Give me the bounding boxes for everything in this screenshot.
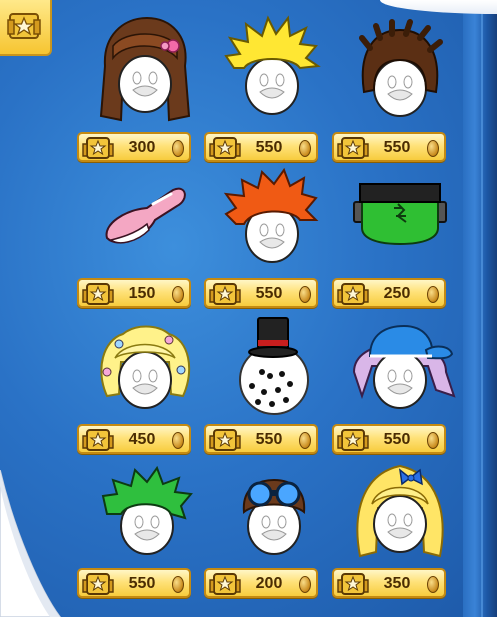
aviator-goggles-cap-icon <box>242 478 306 555</box>
price-label: 200 <box>255 575 283 592</box>
green-spiky-hair-icon <box>101 465 193 555</box>
coin-icon <box>299 576 311 593</box>
yellow-spiky-hair-icon <box>224 15 321 115</box>
long-blonde-hair-with-blue-bow-icon <box>356 464 444 558</box>
member-star-icon <box>337 573 369 595</box>
catalog-item-10[interactable]: 550 <box>75 444 215 598</box>
page-edge-line <box>481 0 483 617</box>
member-bookmark-badge[interactable] <box>0 0 52 56</box>
snowman-head-with-top-hat-icon <box>239 317 309 415</box>
star-icon <box>7 13 41 39</box>
brown-long-hair-with-pink-bow-icon <box>99 16 191 122</box>
blue-cap-with-lilac-hair-icon <box>352 324 456 409</box>
price-label: 550 <box>128 575 156 592</box>
blonde-curls-with-flowers-icon <box>100 325 191 409</box>
catalog-item-1[interactable]: 300 <box>75 8 215 162</box>
price-tag[interactable]: 200 <box>204 568 318 598</box>
pink-bunny-ears-icon <box>105 187 186 244</box>
brown-dreadlocks-icon <box>359 19 443 117</box>
catalog-item-9[interactable]: 550 <box>330 300 470 454</box>
catalog-page: 300 550 550 150 550 250 450 550 550 550 … <box>0 0 497 617</box>
frankenstein-head-icon <box>353 183 447 246</box>
coin-icon <box>172 576 184 593</box>
catalog-item-7[interactable]: 450 <box>75 300 215 454</box>
catalog-item-4[interactable]: 150 <box>75 154 215 308</box>
orange-spiky-hair-icon <box>223 167 319 263</box>
catalog-item-8[interactable]: 550 <box>202 300 342 454</box>
catalog-item-11[interactable]: 200 <box>202 444 342 598</box>
coin-icon <box>427 576 439 593</box>
catalog-item-2[interactable]: 550 <box>202 8 342 162</box>
price-tag[interactable]: 550 <box>77 568 191 598</box>
catalog-item-3[interactable]: 550 <box>330 8 470 162</box>
catalog-item-5[interactable]: 550 <box>202 154 342 308</box>
page-turn-corner[interactable] <box>0 470 70 617</box>
member-star-icon <box>209 573 241 595</box>
price-tag[interactable]: 350 <box>332 568 446 598</box>
price-label: 350 <box>383 575 411 592</box>
member-star-icon <box>82 573 114 595</box>
catalog-item-6[interactable]: 250 <box>330 154 470 308</box>
catalog-item-12[interactable]: 350 <box>330 444 470 598</box>
